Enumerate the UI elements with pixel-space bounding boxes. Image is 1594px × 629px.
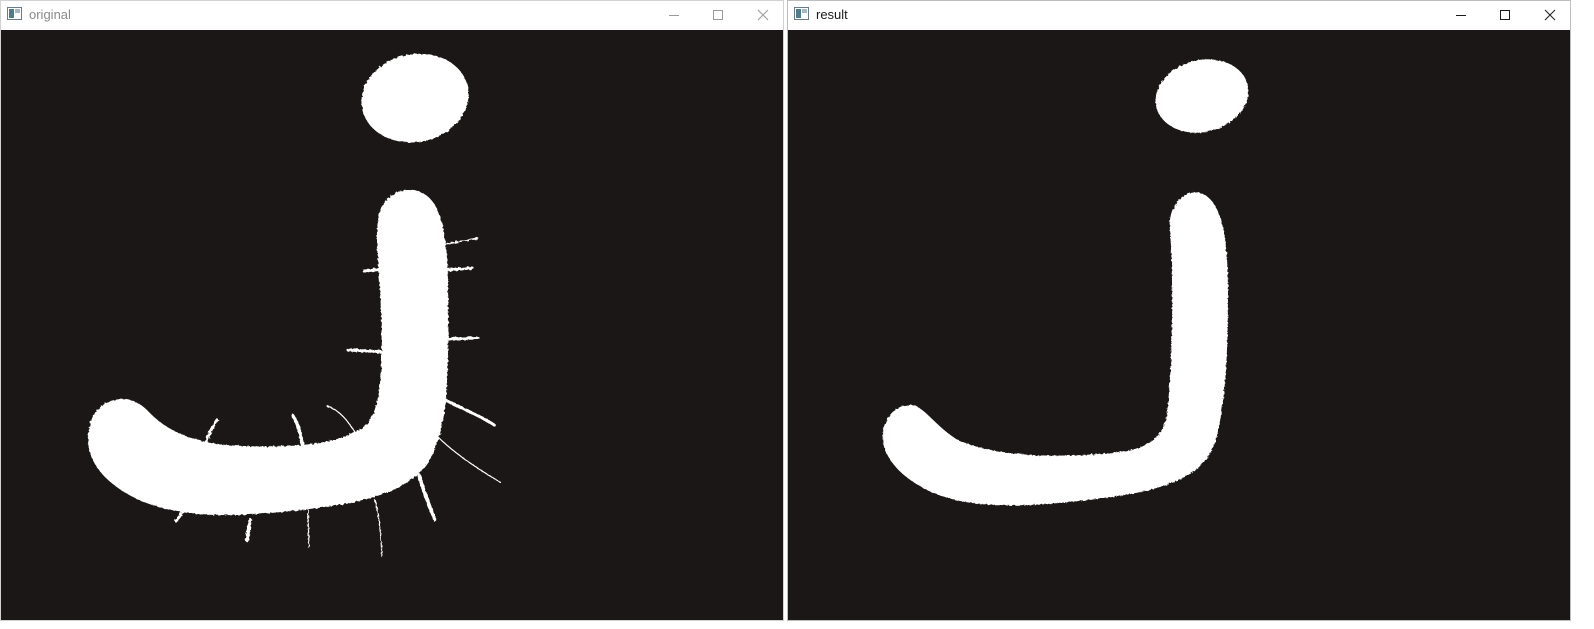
maximize-button[interactable] bbox=[1483, 1, 1527, 29]
window-title: result bbox=[816, 7, 848, 22]
window-title: original bbox=[29, 7, 71, 22]
maximize-button[interactable] bbox=[696, 1, 740, 29]
result-window[interactable]: result bbox=[787, 0, 1571, 621]
maximize-icon bbox=[712, 9, 724, 21]
result-j-image bbox=[882, 59, 1249, 506]
minimize-icon bbox=[668, 9, 680, 21]
close-button[interactable] bbox=[741, 1, 783, 29]
minimize-button[interactable] bbox=[652, 1, 696, 29]
minimize-button[interactable] bbox=[1439, 1, 1483, 29]
close-button[interactable] bbox=[1528, 1, 1570, 29]
result-titlebar[interactable]: result bbox=[788, 1, 1570, 29]
maximize-icon bbox=[1499, 9, 1511, 21]
result-image-canvas bbox=[788, 30, 1570, 620]
original-j-image bbox=[88, 53, 501, 558]
original-image-canvas bbox=[1, 30, 783, 620]
original-window[interactable]: original bbox=[0, 0, 784, 621]
close-icon bbox=[757, 9, 769, 21]
app-window-icon bbox=[7, 7, 22, 20]
minimize-icon bbox=[1455, 9, 1467, 21]
original-titlebar[interactable]: original bbox=[1, 1, 783, 29]
app-window-icon bbox=[794, 7, 809, 20]
close-icon bbox=[1544, 9, 1556, 21]
